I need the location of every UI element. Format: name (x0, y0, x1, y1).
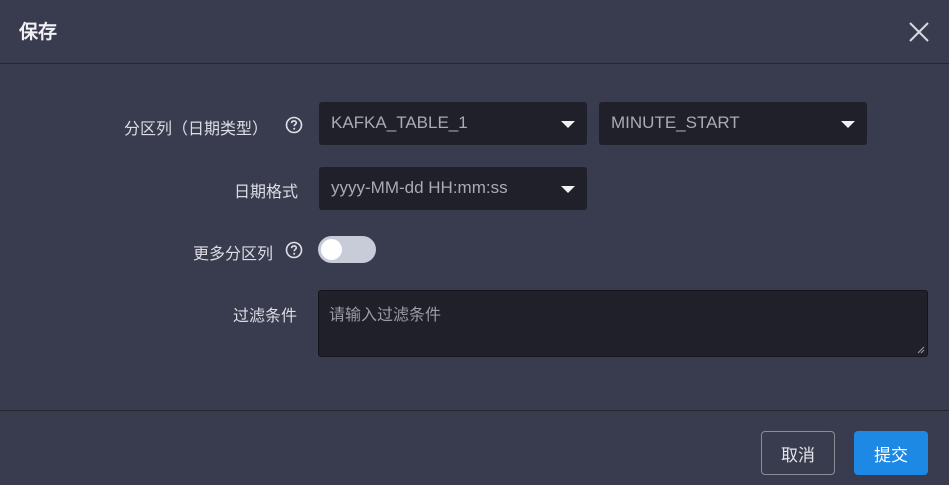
dialog-title: 保存 (19, 21, 58, 43)
partition-column-label: 分区列（日期类型） (124, 119, 269, 138)
partition-column-value: MINUTE_START (611, 113, 740, 132)
cancel-button[interactable]: 取消 (761, 431, 835, 475)
submit-button[interactable]: 提交 (854, 431, 928, 475)
partition-table-select[interactable]: KAFKA_TABLE_1 (319, 102, 587, 145)
filter-label: 过滤条件 (233, 306, 298, 325)
dialog-footer: 取消 提交 (0, 410, 949, 485)
dialog-header: 保存 (0, 0, 949, 64)
help-icon[interactable] (285, 116, 303, 134)
toggle-knob (321, 239, 342, 260)
more-partitions-label: 更多分区列 (193, 244, 274, 263)
partition-table-value: KAFKA_TABLE_1 (331, 113, 468, 132)
close-icon[interactable] (906, 19, 932, 45)
help-icon[interactable] (285, 241, 303, 259)
caret-down-icon (561, 121, 575, 128)
date-format-value: yyyy-MM-dd HH:mm:ss (331, 178, 508, 197)
caret-down-icon (841, 121, 855, 128)
date-format-select[interactable]: yyyy-MM-dd HH:mm:ss (319, 167, 587, 210)
filter-placeholder: 请输入过滤条件 (329, 305, 442, 324)
partition-column-select[interactable]: MINUTE_START (599, 102, 867, 145)
more-partitions-toggle[interactable] (318, 236, 376, 263)
resize-grip-icon[interactable] (917, 346, 925, 354)
filter-textarea[interactable]: 请输入过滤条件 (318, 290, 928, 357)
date-format-label: 日期格式 (234, 182, 299, 201)
save-dialog: 保存 分区列（日期类型） KAFKA_TABLE_1 MINUTE_START … (0, 0, 949, 485)
caret-down-icon (561, 186, 575, 193)
